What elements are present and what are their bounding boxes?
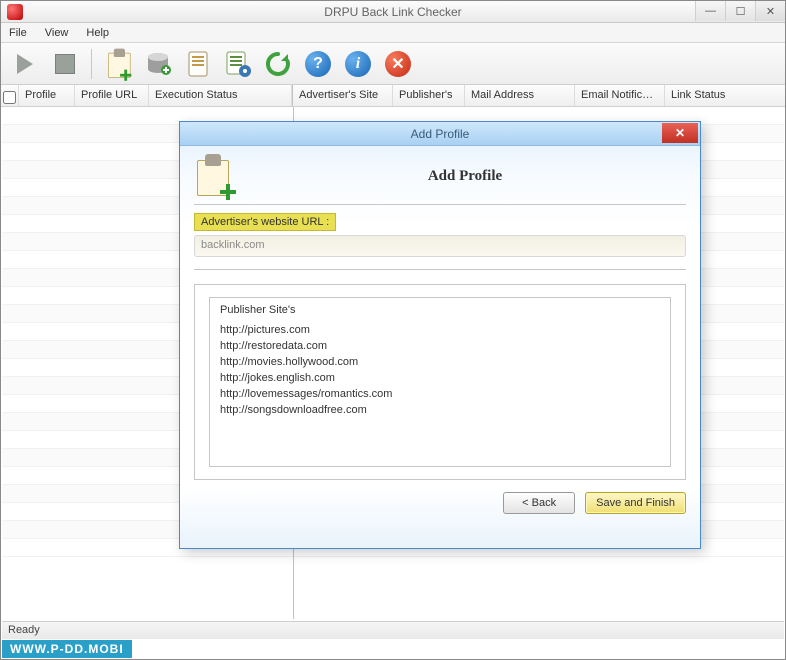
publisher-sites-frame: Publisher Site's http://pictures.comhttp…	[194, 284, 686, 480]
menu-file[interactable]: File	[5, 25, 31, 41]
titlebar: DRPU Back Link Checker — ☐ ✕	[1, 1, 785, 23]
status-text: Ready	[8, 624, 40, 636]
dialog-heading: Add Profile	[244, 168, 686, 185]
database-button[interactable]	[140, 46, 176, 82]
refresh-button[interactable]	[260, 46, 296, 82]
play-icon	[17, 54, 33, 74]
col-profile[interactable]: Profile	[19, 85, 75, 106]
report-button[interactable]	[180, 46, 216, 82]
help-icon: ?	[305, 51, 331, 77]
publisher-sites-header: Publisher Site's	[220, 304, 660, 316]
watermark: WWW.P-DD.MOBI	[2, 640, 132, 658]
publisher-sites-list[interactable]: Publisher Site's http://pictures.comhttp…	[209, 297, 671, 467]
stop-button[interactable]	[47, 46, 83, 82]
grid-headers: Profile Profile URL Execution Status Adv…	[1, 85, 785, 107]
toolbar: ? i ✕	[1, 43, 785, 85]
menubar: File View Help	[1, 23, 785, 43]
dialog-close-button[interactable]: ✕	[662, 123, 698, 143]
col-adv-site[interactable]: Advertiser's Site	[293, 85, 393, 106]
col-checkbox[interactable]	[1, 85, 19, 106]
clipboard-plus-icon	[194, 154, 234, 198]
save-and-finish-button[interactable]: Save and Finish	[585, 492, 686, 514]
col-publisher[interactable]: Publisher's	[393, 85, 465, 106]
minimize-button[interactable]: —	[695, 1, 725, 21]
select-all-checkbox[interactable]	[3, 91, 16, 104]
publisher-site-item[interactable]: http://pictures.com	[220, 322, 660, 338]
document-icon	[185, 50, 211, 78]
database-icon	[144, 50, 172, 78]
col-mail[interactable]: Mail Address	[465, 85, 575, 106]
tasks-button[interactable]	[220, 46, 256, 82]
dialog-titlebar[interactable]: Add Profile ✕	[180, 122, 700, 146]
menu-view[interactable]: View	[41, 25, 73, 41]
help-button[interactable]: ?	[300, 46, 336, 82]
back-button[interactable]: < Back	[503, 492, 575, 514]
stop-icon	[55, 54, 75, 74]
col-profile-url[interactable]: Profile URL	[75, 85, 149, 106]
publisher-site-item[interactable]: http://jokes.english.com	[220, 370, 660, 386]
exit-button[interactable]: ✕	[380, 46, 416, 82]
divider	[194, 269, 686, 270]
dialog-body: Add Profile Advertiser's website URL : b…	[180, 146, 700, 548]
refresh-icon	[264, 50, 292, 78]
maximize-button[interactable]: ☐	[725, 1, 755, 21]
publisher-site-item[interactable]: http://restoredata.com	[220, 338, 660, 354]
dialog-title: Add Profile	[180, 127, 700, 141]
window-title: DRPU Back Link Checker	[1, 5, 785, 19]
info-icon: i	[345, 51, 371, 77]
status-bar: Ready	[2, 621, 784, 639]
info-button[interactable]: i	[340, 46, 376, 82]
tasklist-gear-icon	[224, 50, 252, 78]
add-profile-button[interactable]	[100, 46, 136, 82]
publisher-site-item[interactable]: http://songsdownloadfree.com	[220, 402, 660, 418]
close-window-button[interactable]: ✕	[755, 1, 785, 21]
advertiser-url-label: Advertiser's website URL :	[194, 213, 336, 231]
menu-help[interactable]: Help	[82, 25, 113, 41]
add-profile-dialog: Add Profile ✕ Add Profile Advertiser's w…	[179, 121, 701, 549]
publisher-site-item[interactable]: http://lovemessages/romantics.com	[220, 386, 660, 402]
clipboard-plus-icon	[106, 48, 130, 79]
play-button[interactable]	[7, 46, 43, 82]
publisher-site-item[interactable]: http://movies.hollywood.com	[220, 354, 660, 370]
col-link-status[interactable]: Link Status	[665, 85, 785, 106]
toolbar-separator	[91, 49, 92, 79]
close-icon: ✕	[385, 51, 411, 77]
col-exec-status[interactable]: Execution Status	[149, 85, 292, 106]
app-icon	[7, 4, 23, 20]
advertiser-url-input[interactable]: backlink.com	[194, 235, 686, 257]
col-email-notif[interactable]: Email Notific…	[575, 85, 665, 106]
